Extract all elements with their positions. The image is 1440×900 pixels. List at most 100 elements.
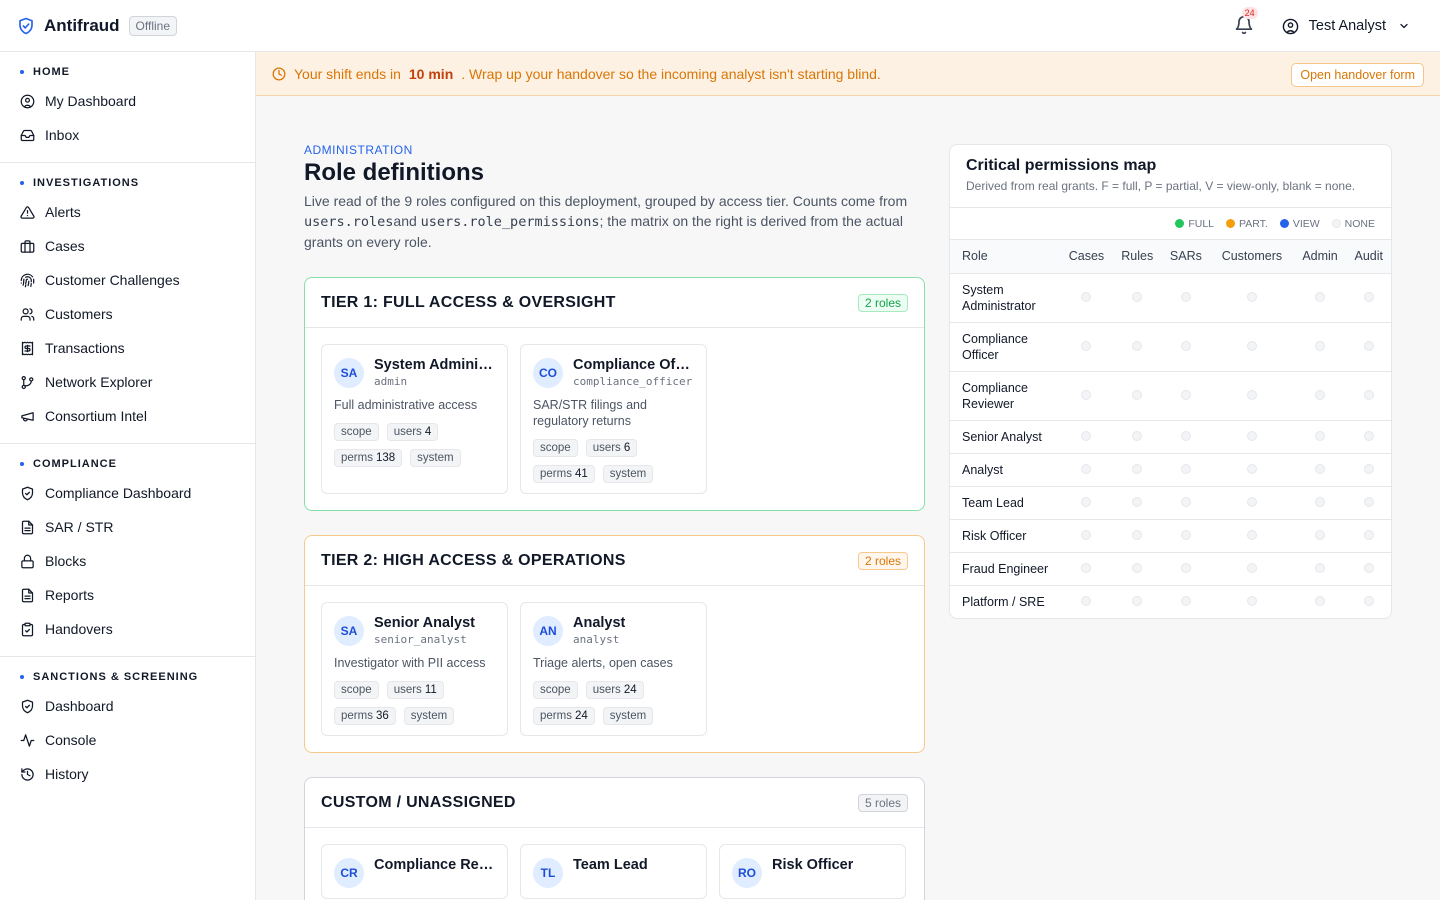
sidebar-item-my-dashboard[interactable]: My Dashboard <box>8 84 247 118</box>
permission-cell <box>1293 420 1347 454</box>
sidebar-item-consortium-intel[interactable]: Consortium Intel <box>8 399 247 433</box>
role-cell: Platform / SRE <box>962 594 1045 609</box>
section-label: SANCTIONS & SCREENING <box>33 671 199 683</box>
role-name: Compliance Officer <box>573 357 694 373</box>
sidebar-item-label: Blocks <box>45 553 87 569</box>
role-card-system-administrator[interactable]: SA System Administrator admin Full admin… <box>321 344 508 494</box>
sidebar-item-handovers[interactable]: Handovers <box>8 612 247 646</box>
role-name: Team Lead <box>573 857 648 873</box>
shield-check-icon <box>21 486 34 500</box>
user-menu[interactable]: Test Analyst <box>1282 18 1410 35</box>
permission-cell <box>1112 486 1162 520</box>
code-users-roles: users.roles <box>304 214 394 230</box>
permission-none-dot <box>1180 463 1191 474</box>
alert-triangle-icon <box>20 205 35 219</box>
sidebar-item-history[interactable]: History <box>8 757 247 791</box>
permission-cell <box>1060 486 1113 520</box>
role-name: Compliance Reviewer <box>374 857 495 873</box>
permission-cell <box>1112 322 1162 372</box>
role-name: Senior Analyst <box>374 615 475 631</box>
permission-cell <box>1210 322 1294 372</box>
sidebar-item-inbox[interactable]: Inbox <box>8 118 247 152</box>
inbox-icon <box>20 129 35 141</box>
permission-cell <box>1346 453 1391 487</box>
role-key: compliance_officer <box>573 375 693 388</box>
megaphone-icon <box>21 411 34 421</box>
brand[interactable]: Antifraud Offline <box>17 15 178 36</box>
table-row: Team Lead <box>950 486 1391 520</box>
permission-none-dot <box>1363 340 1374 351</box>
permission-cell <box>1346 486 1391 520</box>
system-chip: system <box>403 707 455 725</box>
avatar: SA <box>334 358 364 388</box>
tier-title: TIER 1: FULL ACCESS & OVERSIGHT <box>321 293 616 311</box>
system-chip: system <box>602 465 654 483</box>
role-card-senior-analyst[interactable]: SA Senior Analyst senior_analyst Investi… <box>321 602 508 736</box>
sidebar-item-sanctions-dashboard[interactable]: Dashboard <box>8 689 247 723</box>
banner-text-suffix: . Wrap up your handover so the incoming … <box>461 65 881 82</box>
sidebar-item-label: Alerts <box>45 204 81 220</box>
critical-permissions-panel: Critical permissions map Derived from re… <box>949 144 1392 619</box>
column-header: Cases <box>1060 240 1113 274</box>
role-card-analyst[interactable]: AN Analyst analyst Triage alerts, open c… <box>520 602 707 736</box>
chevron-down-icon <box>1400 23 1408 29</box>
sidebar-item-sar-str[interactable]: SAR / STR <box>8 510 247 544</box>
sidebar-item-label: Transactions <box>45 340 125 356</box>
app-name: Antifraud <box>44 15 120 35</box>
permission-none-dot <box>1246 496 1257 507</box>
permission-cell <box>1112 552 1162 586</box>
sidebar-item-customer-challenges[interactable]: Customer Challenges <box>8 263 247 297</box>
permission-none-dot <box>1132 463 1143 474</box>
sidebar-item-blocks[interactable]: Blocks <box>8 544 247 578</box>
sidebar-item-console[interactable]: Console <box>8 723 247 757</box>
permission-cell <box>1161 519 1211 553</box>
role-card-compliance-officer[interactable]: CO Compliance Officer compliance_officer… <box>520 344 707 494</box>
permission-cell <box>1210 420 1294 454</box>
sidebar-item-customers[interactable]: Customers <box>8 297 247 331</box>
top-bar: Antifraud Offline 24 Test Analyst <box>0 0 1440 52</box>
sidebar-item-transactions[interactable]: Transactions <box>8 331 247 365</box>
sidebar-item-reports[interactable]: Reports <box>8 578 247 612</box>
permission-none-dot <box>1180 529 1191 540</box>
clipboard-check-icon <box>21 622 34 636</box>
permission-none-dot <box>1246 430 1257 441</box>
tier-count-badge: 5 roles <box>857 793 908 812</box>
role-card-compliance-reviewer[interactable]: CR Compliance Reviewer <box>321 844 508 899</box>
sidebar-item-label: Customer Challenges <box>45 272 180 288</box>
role-cell: Fraud Engineer <box>950 552 1060 586</box>
panel-subtitle: Derived from real grants. F = full, P = … <box>966 179 1356 193</box>
sidebar-item-network-explorer[interactable]: Network Explorer <box>8 365 247 399</box>
permission-cell <box>1293 371 1347 421</box>
permission-none-dot <box>1180 389 1191 400</box>
sidebar-item-label: My Dashboard <box>45 93 137 109</box>
role-name: System Administrator <box>374 357 495 373</box>
tier-1-group: TIER 1: FULL ACCESS & OVERSIGHT 2 roles … <box>304 277 925 511</box>
legend-swatch <box>1331 219 1341 228</box>
permission-cell <box>1112 453 1162 487</box>
notifications-button[interactable]: 24 <box>1234 7 1258 37</box>
open-handover-form-button[interactable]: Open handover form <box>1291 63 1424 87</box>
column-header: Audit <box>1346 240 1391 274</box>
sidebar-item-label: Dashboard <box>45 698 114 714</box>
permission-cell <box>1060 420 1113 454</box>
permission-none-dot <box>1363 389 1374 400</box>
table-row: Analyst <box>950 453 1391 487</box>
role-card-team-lead[interactable]: TL Team Lead <box>520 844 707 899</box>
permission-cell <box>1210 552 1294 586</box>
users-chip: users 6 <box>585 439 638 457</box>
sidebar-item-cases[interactable]: Cases <box>8 229 247 263</box>
nav-section-investigations: INVESTIGATIONS Alerts Cases Customer Cha… <box>0 162 255 443</box>
role-card-risk-officer[interactable]: RO Risk Officer <box>719 844 906 899</box>
tier-title: CUSTOM / UNASSIGNED <box>321 793 516 811</box>
permission-none-dot <box>1081 562 1092 573</box>
sidebar-item-compliance-dashboard[interactable]: Compliance Dashboard <box>8 476 247 510</box>
user-circle-icon <box>1282 18 1298 34</box>
permission-cell <box>1293 273 1347 323</box>
sidebar-item-alerts[interactable]: Alerts <box>8 195 247 229</box>
shield-check-icon <box>19 17 33 34</box>
user-name: Test Analyst <box>1308 18 1386 34</box>
permission-none-dot <box>1180 562 1191 573</box>
sidebar-item-label: Customers <box>45 306 113 322</box>
role-cell: Analyst <box>950 453 1060 487</box>
receipt-icon <box>21 341 34 355</box>
